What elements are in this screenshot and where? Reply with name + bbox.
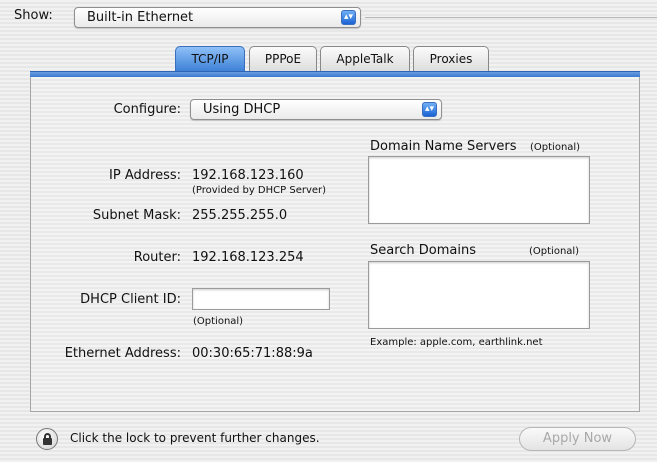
dhcp-client-id-field[interactable] — [192, 288, 330, 310]
apply-now-button[interactable]: Apply Now — [519, 427, 636, 451]
dns-optional: (Optional) — [530, 142, 581, 153]
dns-label: Domain Name Servers — [370, 139, 517, 154]
search-domains-field[interactable] — [368, 261, 590, 329]
router-label: Router: — [133, 250, 181, 265]
tab-appletalk[interactable]: AppleTalk — [320, 46, 410, 72]
configure-popup-value: Using DHCP — [203, 102, 281, 117]
dhcp-client-id-note: (Optional) — [193, 316, 244, 327]
subnet-mask-value: 255.255.255.0 — [192, 208, 288, 223]
separator-line — [365, 17, 657, 18]
show-popup[interactable]: Built-in Ethernet ▴▾ — [74, 7, 361, 28]
search-domains-label: Search Domains — [370, 243, 477, 258]
lock-body — [43, 438, 52, 445]
configure-label: Configure: — [113, 102, 181, 117]
subnet-mask-label: Subnet Mask: — [92, 208, 181, 223]
search-domains-optional: (Optional) — [529, 246, 580, 257]
router-value: 192.168.123.254 — [192, 250, 304, 265]
tab-tcpip[interactable]: TCP/IP — [175, 46, 245, 72]
tcpip-panel — [30, 77, 640, 412]
show-label: Show: — [14, 8, 53, 23]
ip-address-label: IP Address: — [109, 168, 181, 183]
ip-address-value: 192.168.123.160 — [192, 168, 304, 183]
popup-arrows-icon: ▴▾ — [341, 10, 356, 25]
popup-arrows-icon: ▴▾ — [422, 102, 437, 117]
dns-field[interactable] — [368, 156, 590, 224]
lock-icon[interactable] — [36, 428, 58, 450]
ethernet-address-label: Ethernet Address: — [64, 346, 181, 361]
dhcp-client-id-label: DHCP Client ID: — [80, 292, 181, 307]
tab-proxies[interactable]: Proxies — [413, 46, 489, 72]
search-domains-example: Example: apple.com, earthlink.net — [370, 337, 543, 348]
configure-popup[interactable]: Using DHCP ▴▾ — [190, 99, 442, 120]
lock-text: Click the lock to prevent further change… — [70, 431, 320, 445]
tab-pppoe[interactable]: PPPoE — [249, 46, 317, 72]
ip-address-note: (Provided by DHCP Server) — [192, 185, 327, 196]
show-popup-value: Built-in Ethernet — [87, 10, 194, 25]
ethernet-address-value: 00:30:65:71:88:9a — [192, 346, 313, 361]
